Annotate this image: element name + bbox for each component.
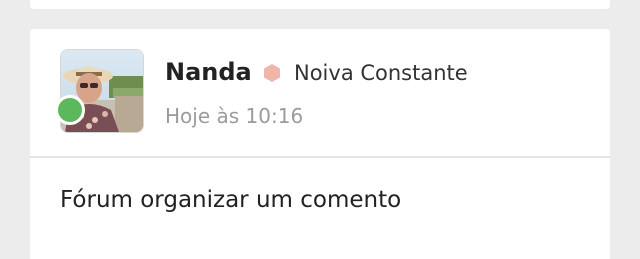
- post-timestamp: Hoje às 10:16: [165, 104, 304, 128]
- header-divider: [30, 156, 610, 158]
- author-name[interactable]: Nanda: [165, 57, 252, 87]
- post-body-text: Fórum organizar um comento: [60, 187, 402, 213]
- author-rank: Noiva Constante: [294, 61, 468, 85]
- post-card: Nanda Noiva Constante Hoje às 10:16 Fóru…: [30, 29, 610, 259]
- post-header: Nanda Noiva Constante Hoje às 10:16: [30, 29, 610, 157]
- online-status-icon: [55, 95, 85, 125]
- author-avatar-wrapper[interactable]: [55, 49, 144, 133]
- previous-post-card: [30, 0, 610, 9]
- rank-hexagon-icon: [264, 64, 280, 82]
